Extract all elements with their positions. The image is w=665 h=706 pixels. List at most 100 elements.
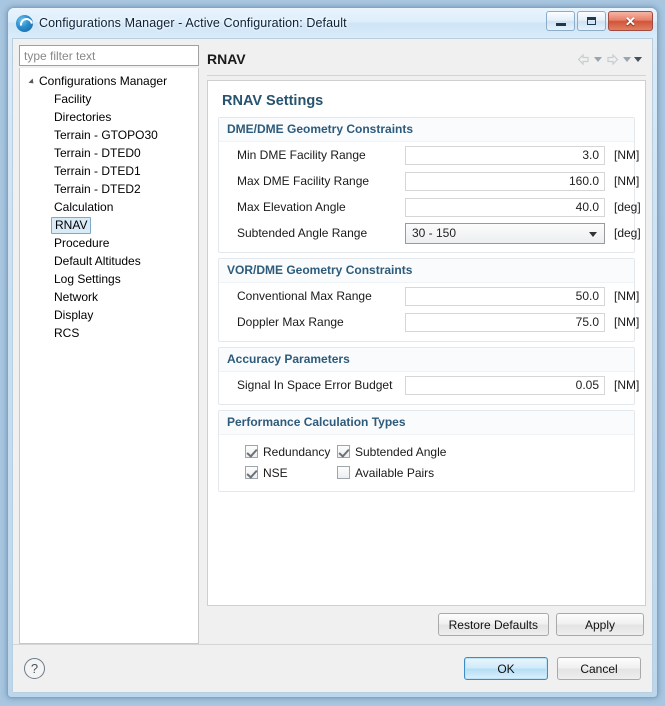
field-unit: [NM] bbox=[614, 174, 640, 188]
field-label: Signal In Space Error Budget bbox=[237, 378, 393, 392]
group-title: DME/DME Geometry Constraints bbox=[219, 118, 634, 142]
expand-arrow-icon[interactable] bbox=[26, 77, 37, 86]
group-title: Accuracy Parameters bbox=[219, 348, 634, 372]
group-vor-dme-geometry-constraints: VOR/DME Geometry Constraints Conventiona… bbox=[218, 258, 639, 342]
tree-item-label: Network bbox=[54, 289, 99, 304]
field-unit: [deg] bbox=[614, 226, 641, 240]
tree-item-label: Facility bbox=[54, 91, 92, 106]
close-button[interactable]: ✕ bbox=[608, 11, 653, 31]
checkbox-row: NSE Available Pairs bbox=[245, 462, 634, 483]
group-title: Performance Calculation Types bbox=[219, 411, 634, 435]
minimize-button[interactable] bbox=[546, 11, 575, 31]
forward-arrow-icon[interactable] bbox=[605, 52, 620, 67]
max-dme-facility-range-input[interactable]: 160.0 bbox=[405, 171, 605, 191]
sidebar-item-network[interactable]: Network bbox=[22, 288, 196, 306]
settings-tree: Configurations Manager Facility Director… bbox=[19, 68, 199, 644]
nav-toolbar bbox=[576, 52, 646, 67]
tree-item-label: Terrain - GTOPO30 bbox=[54, 127, 158, 142]
tree-item-label: RNAV bbox=[51, 216, 92, 234]
subtended-angle-range-select[interactable]: 30 - 150 bbox=[405, 222, 605, 244]
field-label: Max Elevation Angle bbox=[237, 200, 346, 214]
checkbox-label: NSE bbox=[263, 465, 288, 480]
tree-item-label: Terrain - DTED0 bbox=[54, 145, 141, 160]
field-unit: [NM] bbox=[614, 315, 640, 329]
settings-panel: RNAV Settings DME/DME Geometry Constrain… bbox=[207, 80, 646, 606]
filter-input[interactable]: type filter text bbox=[19, 45, 199, 66]
dialog-main: type filter text Configurations Manager … bbox=[13, 39, 652, 644]
checkbox-icon[interactable] bbox=[245, 466, 258, 479]
sidebar-item-terrain-dted0[interactable]: Terrain - DTED0 bbox=[22, 144, 196, 162]
field-max-dme-facility-range: Max DME Facility Range 160.0 [NM] bbox=[219, 168, 639, 194]
conventional-max-range-input[interactable]: 50.0 bbox=[405, 286, 605, 306]
sidebar-item-directories[interactable]: Directories bbox=[22, 108, 196, 126]
sidebar-item-rcs[interactable]: RCS bbox=[22, 324, 196, 342]
field-label: Min DME Facility Range bbox=[237, 148, 366, 162]
sidebar-item-default-altitudes[interactable]: Default Altitudes bbox=[22, 252, 196, 270]
field-doppler-max-range: Doppler Max Range 75.0 [NM] bbox=[219, 309, 639, 335]
tree-item-label: Default Altitudes bbox=[54, 253, 141, 268]
dialog-footer: ? OK Cancel bbox=[13, 644, 652, 692]
forward-chevron-down-icon[interactable] bbox=[623, 56, 631, 62]
group-accuracy-parameters: Accuracy Parameters Signal In Space Erro… bbox=[218, 347, 639, 405]
view-menu-chevron-down-icon[interactable] bbox=[634, 56, 642, 62]
window-title: Configurations Manager - Active Configur… bbox=[39, 16, 347, 30]
back-chevron-down-icon[interactable] bbox=[594, 56, 602, 62]
field-unit: [NM] bbox=[614, 148, 640, 162]
checkbox-row: Redundancy Subtended Angle bbox=[245, 441, 634, 462]
app-swirl-icon bbox=[16, 14, 33, 32]
page-header: RNAV bbox=[207, 45, 646, 75]
sidebar-item-terrain-dted1[interactable]: Terrain - DTED1 bbox=[22, 162, 196, 180]
field-max-elevation-angle: Max Elevation Angle 40.0 [deg] bbox=[219, 194, 641, 220]
checkbox-label: Available Pairs bbox=[355, 465, 435, 480]
title-bar: Configurations Manager - Active Configur… bbox=[8, 8, 657, 38]
checkbox-label: Subtended Angle bbox=[355, 444, 447, 459]
window-controls: ✕ bbox=[546, 11, 653, 31]
field-min-dme-facility-range: Min DME Facility Range 3.0 [NM] bbox=[219, 142, 639, 168]
subtended-angle-range-value: 30 - 150 bbox=[412, 226, 457, 240]
checkbox-nse[interactable]: NSE bbox=[245, 466, 337, 480]
performance-checkbox-grid: Redundancy Subtended Angle NSE Available… bbox=[219, 435, 634, 485]
tree-item-label: Log Settings bbox=[54, 271, 121, 286]
field-subtended-angle-range: Subtended Angle Range 30 - 150 [deg] bbox=[219, 220, 641, 246]
sidebar-item-log-settings[interactable]: Log Settings bbox=[22, 270, 196, 288]
group-dme-dme-geometry-constraints: DME/DME Geometry Constraints Min DME Fac… bbox=[218, 117, 641, 253]
sidebar-item-rnav[interactable]: RNAV bbox=[22, 216, 196, 234]
back-arrow-icon[interactable] bbox=[576, 52, 591, 67]
maximize-button[interactable] bbox=[577, 11, 606, 31]
tree-root-configurations-manager[interactable]: Configurations Manager bbox=[22, 72, 196, 90]
tree-item-label: RCS bbox=[54, 325, 80, 340]
sidebar: type filter text Configurations Manager … bbox=[19, 45, 199, 644]
max-elevation-angle-input[interactable]: 40.0 bbox=[405, 197, 605, 217]
sidebar-item-terrain-dted2[interactable]: Terrain - DTED2 bbox=[22, 180, 196, 198]
sidebar-item-facility[interactable]: Facility bbox=[22, 90, 196, 108]
signal-in-space-error-budget-input[interactable]: 0.05 bbox=[405, 375, 605, 395]
sidebar-item-calculation[interactable]: Calculation bbox=[22, 198, 196, 216]
apply-button[interactable]: Apply bbox=[556, 613, 644, 636]
field-label: Subtended Angle Range bbox=[237, 226, 368, 240]
checkbox-available-pairs[interactable]: Available Pairs bbox=[337, 466, 434, 480]
min-dme-facility-range-input[interactable]: 3.0 bbox=[405, 145, 605, 165]
ok-button[interactable]: OK bbox=[464, 657, 548, 680]
field-signal-in-space-error-budget: Signal In Space Error Budget 0.05 [NM] bbox=[219, 372, 639, 398]
dialog-body: type filter text Configurations Manager … bbox=[12, 38, 653, 693]
checkbox-icon[interactable] bbox=[337, 445, 350, 458]
sidebar-item-procedure[interactable]: Procedure bbox=[22, 234, 196, 252]
field-label: Doppler Max Range bbox=[237, 315, 344, 329]
checkbox-icon[interactable] bbox=[337, 466, 350, 479]
sidebar-item-display[interactable]: Display bbox=[22, 306, 196, 324]
restore-defaults-button[interactable]: Restore Defaults bbox=[437, 613, 549, 636]
close-icon: ✕ bbox=[625, 13, 636, 29]
tree-item-label: Procedure bbox=[54, 235, 110, 250]
breadcrumb: RNAV bbox=[207, 51, 246, 67]
checkbox-subtended-angle[interactable]: Subtended Angle bbox=[337, 445, 446, 459]
sidebar-item-terrain-gtopo30[interactable]: Terrain - GTOPO30 bbox=[22, 126, 196, 144]
tree-item-label: Terrain - DTED2 bbox=[54, 181, 141, 196]
tree-item-label: Directories bbox=[54, 109, 112, 124]
tree-item-label: Calculation bbox=[54, 199, 114, 214]
checkbox-redundancy[interactable]: Redundancy bbox=[245, 445, 337, 459]
page-title: RNAV Settings bbox=[222, 93, 324, 109]
doppler-max-range-input[interactable]: 75.0 bbox=[405, 312, 605, 332]
checkbox-icon[interactable] bbox=[245, 445, 258, 458]
help-icon[interactable]: ? bbox=[24, 658, 45, 679]
cancel-button[interactable]: Cancel bbox=[557, 657, 641, 680]
